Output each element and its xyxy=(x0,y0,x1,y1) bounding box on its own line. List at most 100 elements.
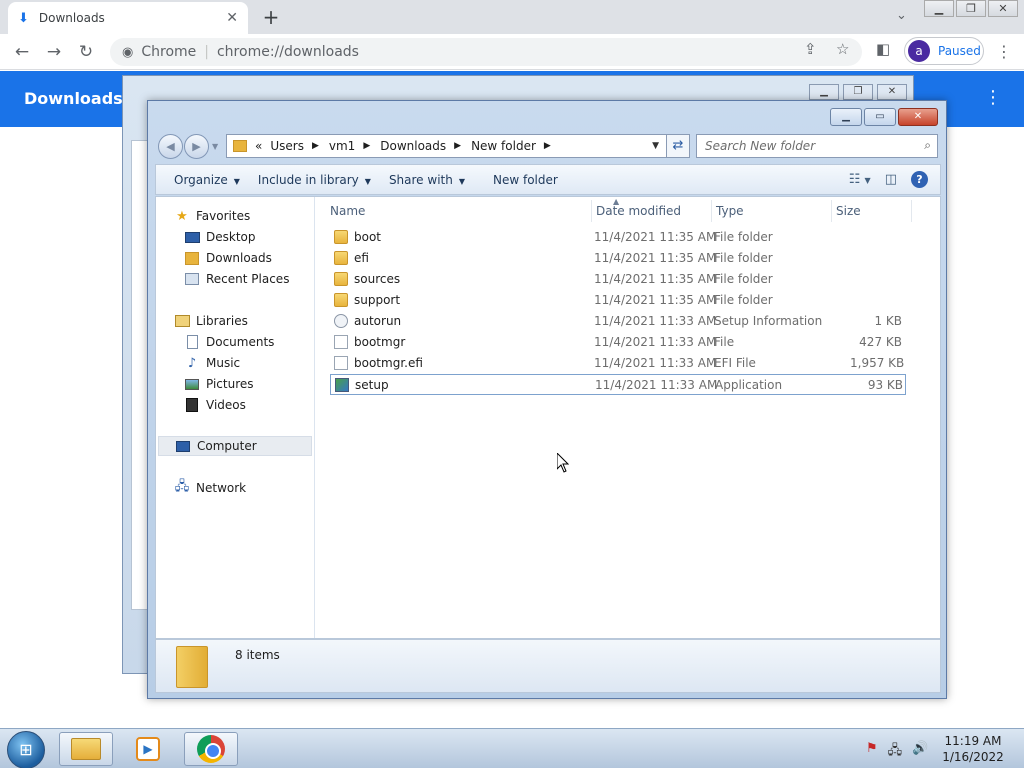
clock[interactable]: 11:19 AM 1/16/2022 xyxy=(940,733,1006,765)
nav-computer[interactable]: Computer xyxy=(158,436,312,456)
nav-desktop[interactable]: Desktop xyxy=(184,227,256,247)
taskbar-media-player-button[interactable]: ▶ xyxy=(121,732,175,766)
reload-icon[interactable]: ↻ xyxy=(74,40,98,64)
file-row[interactable]: efi 11/4/2021 11:35 AM File folder xyxy=(330,248,906,269)
chevron-down-icon: ▼ xyxy=(364,176,371,186)
downloads-more-icon[interactable]: ⋮ xyxy=(984,87,1002,108)
desktop-icon xyxy=(184,229,200,245)
file-row[interactable]: autorun 11/4/2021 11:33 AM Setup Informa… xyxy=(330,311,906,332)
column-type-label: Type xyxy=(716,204,744,218)
file-row[interactable]: boot 11/4/2021 11:35 AM File folder xyxy=(330,227,906,248)
file-list: ▲ Name Date modified Type Size boot 11/4… xyxy=(316,197,940,638)
bg-close-button[interactable]: ✕ xyxy=(877,84,907,100)
explorer-maximize-button[interactable]: ▭ xyxy=(864,108,896,126)
new-tab-button[interactable]: + xyxy=(260,4,282,30)
taskbar-chrome-button[interactable] xyxy=(184,732,238,766)
back-arrow-icon[interactable]: ← xyxy=(10,40,34,64)
forward-arrow-icon[interactable]: → xyxy=(42,40,66,64)
change-view-icon[interactable]: ☷ ▼ xyxy=(849,172,871,187)
nav-videos[interactable]: Videos xyxy=(184,395,246,415)
explorer-back-icon[interactable]: ◀ xyxy=(158,134,183,159)
file-name: bootmgr.efi xyxy=(354,356,423,370)
settings-file-icon xyxy=(334,314,348,328)
chrome-window-controls: ▁ ❐ ✕ xyxy=(924,0,1018,17)
file-type: File xyxy=(714,335,735,349)
action-center-icon[interactable]: ⚑ xyxy=(866,741,878,763)
download-icon: ⬇ xyxy=(18,10,29,26)
nav-recent-places[interactable]: Recent Places xyxy=(184,269,289,289)
nav-network[interactable]: 🖧 Network xyxy=(174,478,246,498)
explorer-address-bar[interactable]: « Users ▶ vm1 ▶ Downloads ▶ New folder ▶ ▼ xyxy=(226,134,690,158)
close-button[interactable]: ✕ xyxy=(988,0,1018,17)
column-size-label: Size xyxy=(836,204,861,218)
nav-downloads[interactable]: Downloads xyxy=(184,248,272,268)
explorer-refresh-icon[interactable]: ⇄ xyxy=(666,134,690,158)
share-icon[interactable]: ⇪ xyxy=(804,40,817,58)
search-icon[interactable]: ⌕ xyxy=(924,138,931,153)
recent-pages-chevron-icon[interactable]: ▼ xyxy=(212,142,218,151)
nav-libraries[interactable]: Libraries xyxy=(174,311,248,331)
explorer-search-input[interactable]: Search New folder ⌕ xyxy=(696,134,938,158)
taskbar-explorer-button[interactable] xyxy=(59,732,113,766)
restore-button[interactable]: ❐ xyxy=(956,0,986,17)
bookmark-star-icon[interactable]: ☆ xyxy=(836,40,849,58)
page-title: Downloads xyxy=(24,89,123,108)
file-name: autorun xyxy=(354,314,402,328)
profile-button[interactable]: a Paused xyxy=(904,37,984,65)
nav-libraries-label: Libraries xyxy=(196,314,248,328)
address-bar[interactable]: ◉ Chrome | chrome://downloads xyxy=(110,38,862,66)
share-with-label: Share with xyxy=(388,172,453,187)
file-row[interactable]: bootmgr.efi 11/4/2021 11:33 AM EFI File … xyxy=(330,353,906,374)
minimize-button[interactable]: ▁ xyxy=(924,0,954,17)
column-name-label: Name xyxy=(330,204,366,218)
explorer-window: ▁ ▭ ✕ ◀ ▶ ▼ « Users ▶ vm1 ▶ Downloads ▶ New… xyxy=(147,100,947,699)
new-folder-button[interactable]: New folder xyxy=(493,173,558,187)
breadcrumb-new-folder[interactable]: New folder xyxy=(471,139,536,153)
file-size: 427 KB xyxy=(859,335,902,349)
start-button[interactable]: ⊞ xyxy=(7,731,45,768)
file-row[interactable]: sources 11/4/2021 11:35 AM File folder xyxy=(330,269,906,290)
column-header-size[interactable]: Size xyxy=(832,200,912,222)
chrome-menu-icon[interactable]: ⋮ xyxy=(996,42,1012,61)
bg-restore-button[interactable]: ❐ xyxy=(843,84,873,100)
breadcrumb-arrow-icon[interactable]: ▶ xyxy=(454,141,461,151)
breadcrumb-downloads[interactable]: Downloads xyxy=(380,139,446,153)
nav-documents[interactable]: Documents xyxy=(184,332,274,352)
bg-minimize-button[interactable]: ▁ xyxy=(809,84,839,100)
breadcrumb-overflow[interactable]: « xyxy=(255,139,262,153)
recent-places-icon xyxy=(184,271,200,287)
tab-search-chevron-icon[interactable]: ⌄ xyxy=(896,8,907,23)
column-header-date-modified[interactable]: Date modified xyxy=(592,200,712,222)
site-chip-label: Chrome xyxy=(141,44,197,60)
file-row-selected[interactable]: setup 11/4/2021 11:33 AM Application 93 … xyxy=(330,374,906,395)
file-row[interactable]: bootmgr 11/4/2021 11:33 AM File 427 KB xyxy=(330,332,906,353)
explorer-content: ★ Favorites Desktop Downloads Recent Plac… xyxy=(155,196,941,639)
breadcrumb-users[interactable]: Users xyxy=(270,139,304,153)
share-with-menu[interactable]: Share with ▼ xyxy=(389,173,465,187)
network-status-icon[interactable]: 🖧 xyxy=(888,741,903,763)
breadcrumb-arrow-icon[interactable]: ▶ xyxy=(312,141,319,151)
nav-pictures[interactable]: Pictures xyxy=(184,374,254,394)
tab-close-icon[interactable]: ✕ xyxy=(226,10,238,26)
volume-icon[interactable]: 🔊 xyxy=(912,741,928,763)
side-panel-icon[interactable]: ◧ xyxy=(876,40,890,58)
breadcrumb-arrow-icon[interactable]: ▶ xyxy=(363,141,370,151)
include-in-library-menu[interactable]: Include in library ▼ xyxy=(258,173,371,187)
breadcrumb-vm1[interactable]: vm1 xyxy=(329,139,355,153)
explorer-minimize-button[interactable]: ▁ xyxy=(830,108,862,126)
column-header-type[interactable]: Type xyxy=(712,200,832,222)
breadcrumb-arrow-icon[interactable]: ▶ xyxy=(544,141,551,151)
address-history-chevron-icon[interactable]: ▼ xyxy=(652,141,659,151)
help-icon[interactable]: ? xyxy=(911,171,928,188)
file-type: File folder xyxy=(714,293,773,307)
libraries-icon xyxy=(174,313,190,329)
organize-menu[interactable]: Organize ▼ xyxy=(174,173,240,187)
file-row[interactable]: support 11/4/2021 11:35 AM File folder xyxy=(330,290,906,311)
tab-downloads[interactable]: ⬇ Downloads ✕ xyxy=(8,2,248,34)
explorer-close-button[interactable]: ✕ xyxy=(898,108,938,126)
nav-music[interactable]: ♪ Music xyxy=(184,353,240,373)
nav-favorites[interactable]: ★ Favorites xyxy=(174,206,250,226)
preview-pane-icon[interactable]: ◫ xyxy=(885,172,897,187)
explorer-forward-icon[interactable]: ▶ xyxy=(184,134,209,159)
column-header-name[interactable]: Name xyxy=(330,200,592,222)
